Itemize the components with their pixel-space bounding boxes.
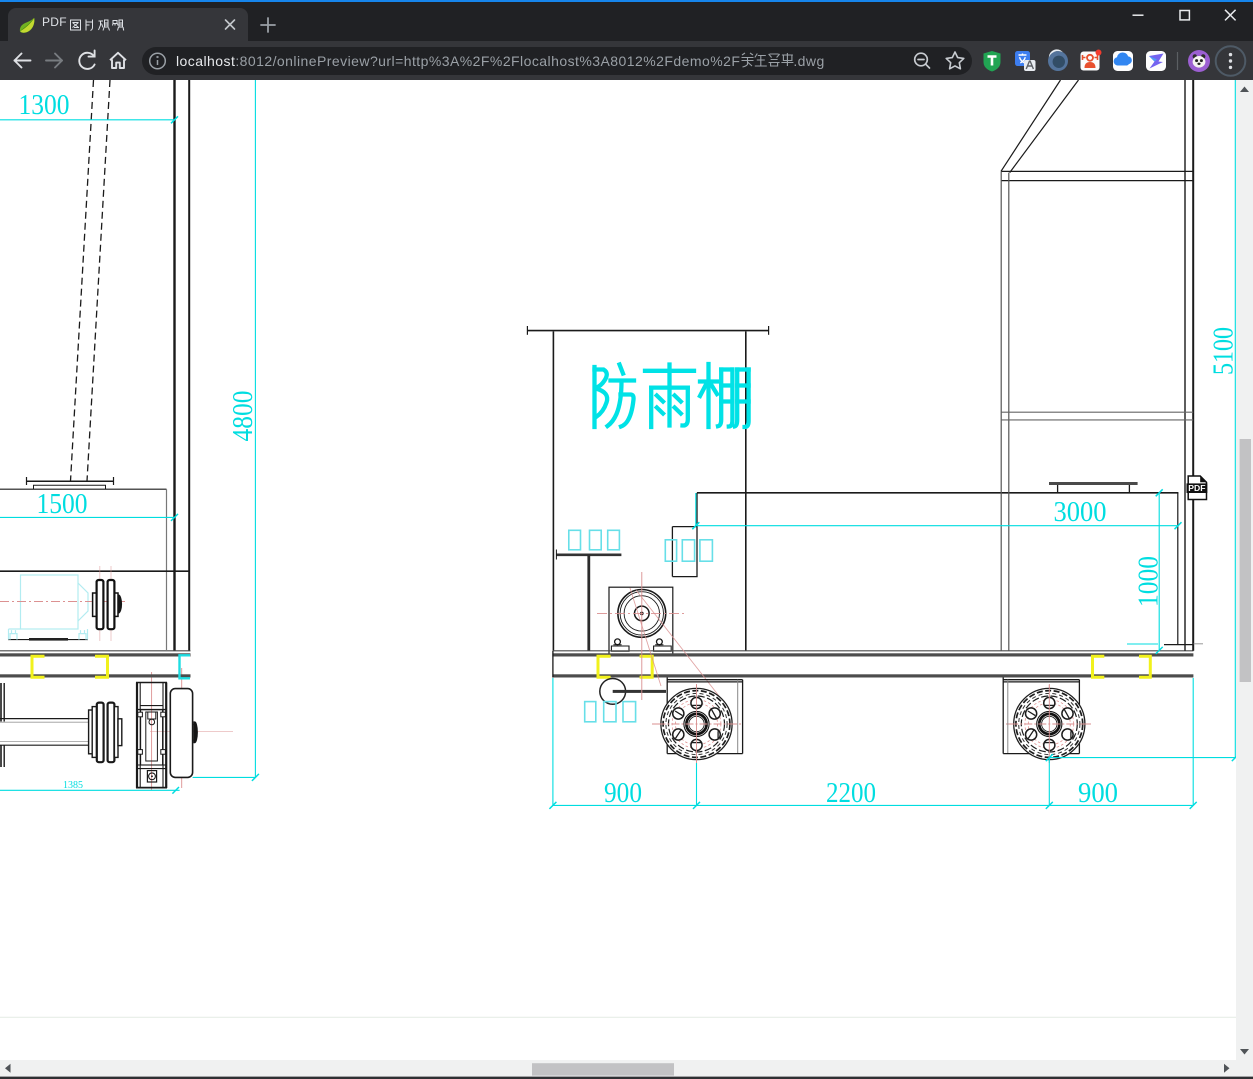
svg-text:2200: 2200 <box>826 777 876 809</box>
svg-text:3000: 3000 <box>1054 496 1107 528</box>
svg-text:900: 900 <box>604 777 642 809</box>
svg-text:900: 900 <box>1078 777 1118 809</box>
svg-text:1500: 1500 <box>37 488 88 520</box>
svg-text:1000: 1000 <box>1133 556 1165 607</box>
svg-text:1385: 1385 <box>63 780 83 791</box>
svg-text:PDF: PDF <box>1188 483 1205 493</box>
svg-text:1300: 1300 <box>19 89 70 121</box>
svg-text:5100: 5100 <box>1208 327 1240 375</box>
svg-text:4800: 4800 <box>227 391 259 442</box>
